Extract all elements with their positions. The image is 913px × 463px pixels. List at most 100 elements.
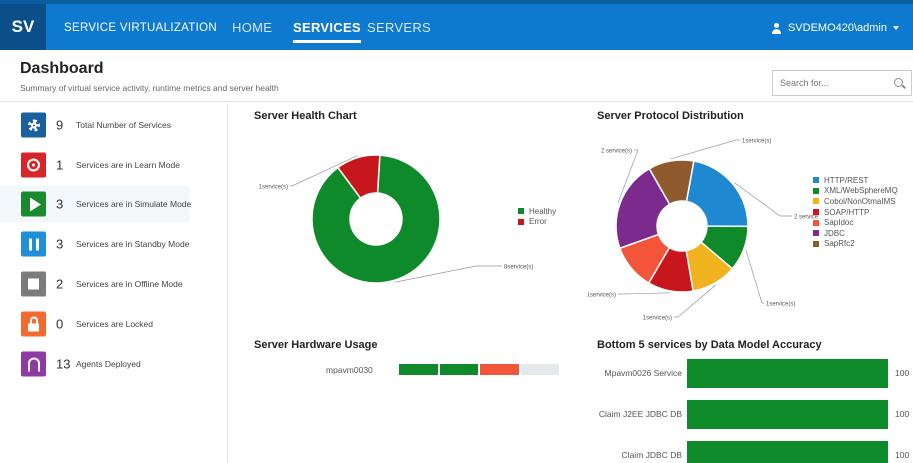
hardware-usage-segment[interactable] — [480, 364, 519, 375]
stat-value: 2 — [56, 276, 64, 292]
slice-label: 2 service(s) — [601, 149, 632, 155]
legend-item[interactable]: JDBC — [813, 228, 898, 239]
play-icon — [21, 191, 46, 217]
nav-services[interactable]: SERVICES — [293, 20, 361, 43]
legend-swatch — [813, 187, 819, 194]
stat-value: 0 — [56, 316, 64, 332]
stat-label: Services are in Standby Mode — [76, 239, 190, 249]
stat-value: 3 — [56, 236, 64, 252]
nav-home[interactable]: HOME — [232, 20, 272, 35]
search-icon[interactable] — [894, 78, 903, 87]
stat-simulate-mode[interactable]: 3 Services are in Simulate Mode — [0, 186, 192, 222]
legend-item[interactable]: HTTP/REST — [813, 175, 898, 186]
accuracy-value: 100 — [895, 450, 910, 460]
stat-label: Services are in Learn Mode — [76, 160, 180, 170]
hardware-usage-segment[interactable] — [399, 364, 438, 375]
legend-label: Error — [529, 217, 547, 227]
stat-value: 1 — [56, 157, 64, 173]
user-icon — [771, 22, 782, 34]
legend-swatch — [813, 240, 819, 247]
accuracy-label: Claim JDBC DB — [621, 450, 682, 460]
legend-swatch — [813, 177, 819, 184]
lock-icon — [21, 311, 46, 337]
user-menu[interactable]: SVDEMO420\admin — [771, 22, 899, 34]
page-header: Dashboard Summary of virtual service act… — [0, 50, 913, 102]
accuracy-bar[interactable] — [687, 441, 888, 463]
legend-label: SOAP/HTTP — [824, 207, 870, 217]
legend-swatch — [813, 230, 819, 237]
app-title[interactable]: SERVICE VIRTUALIZATION — [64, 22, 217, 34]
stat-label: Services are in Simulate Mode — [76, 199, 192, 209]
accuracy-bar[interactable] — [687, 400, 888, 429]
stat-label: Total Number of Services — [76, 120, 171, 130]
accuracy-value: 100 — [895, 409, 910, 419]
protocol-donut-chart: 2 service(s) 1service(s) 1service(s) 1servi… — [588, 139, 818, 322]
accuracy-label: Mpavm0026 Service — [604, 368, 682, 378]
user-name: SVDEMO420\admin — [787, 22, 887, 34]
top-navbar: SV SERVICE VIRTUALIZATION HOME SERVICES … — [0, 0, 913, 50]
legend-item[interactable]: Healthy — [518, 206, 556, 217]
accuracy-bar[interactable] — [687, 359, 888, 388]
stat-offline-mode[interactable]: 2 Services are in Offline Mode — [0, 266, 190, 302]
stat-total-services[interactable]: 9 Total Number of Services — [0, 107, 190, 143]
stat-learn-mode[interactable]: 1 Services are in Learn Mode — [0, 147, 190, 183]
legend-label: HTTP/REST — [824, 175, 869, 185]
app-logo[interactable]: SV — [0, 4, 46, 50]
stats-sidebar: 9 Total Number of Services 1 Services ar… — [0, 103, 228, 463]
legend-swatch — [813, 209, 819, 216]
search-box[interactable] — [772, 70, 912, 96]
health-donut-chart: 8service(s) 1service(s) — [259, 154, 533, 284]
caret-down-icon — [893, 26, 899, 30]
legend-swatch — [813, 219, 819, 226]
legend-label: JDBC — [824, 228, 845, 238]
legend-swatch — [813, 198, 819, 205]
health-chart-title: Server Health Chart — [254, 110, 357, 122]
stat-label: Services are Locked — [76, 319, 154, 329]
stat-value: 13 — [56, 356, 71, 372]
stat-locked[interactable]: 0 Services are Locked — [0, 306, 190, 342]
agent-icon — [21, 351, 46, 377]
slice-label: 1service(s) — [766, 302, 795, 308]
accuracy-chart-title: Bottom 5 services by Data Model Accuracy — [597, 339, 822, 351]
slice-label: 1service(s) — [742, 139, 771, 145]
stat-value: 3 — [56, 196, 64, 212]
stat-agents-deployed[interactable]: 13 Agents Deployed — [0, 346, 190, 382]
slice-label: 8service(s) — [504, 265, 533, 271]
hardware-usage-title: Server Hardware Usage — [254, 339, 378, 351]
accuracy-value: 100 — [895, 368, 910, 378]
legend-label: SapIdoc — [824, 218, 854, 228]
slice-label: 1service(s) — [259, 185, 288, 191]
legend-item[interactable]: SapIdoc — [813, 217, 898, 228]
page-title: Dashboard — [20, 60, 104, 77]
hardware-usage-segment[interactable] — [439, 364, 478, 375]
hardware-server-label: mpavm0030 — [326, 365, 373, 375]
nav-servers[interactable]: SERVERS — [367, 20, 431, 35]
pause-icon — [21, 231, 46, 257]
slice-label: 1service(s) — [643, 316, 672, 322]
page-subtitle: Summary of virtual service activity, run… — [20, 83, 279, 93]
stat-standby-mode[interactable]: 3 Services are in Standby Mode — [0, 226, 190, 262]
search-input[interactable] — [773, 71, 883, 95]
legend-label: Healthy — [529, 206, 557, 216]
legend-item[interactable]: Cobol/NonOtmaIMS — [813, 196, 898, 207]
legend-item[interactable]: SOAP/HTTP — [813, 207, 898, 218]
legend-swatch — [518, 218, 524, 225]
legend-item[interactable]: XML/WebSphereMQ — [813, 186, 898, 197]
record-icon — [21, 152, 46, 178]
leader-line — [618, 292, 670, 295]
legend-swatch — [518, 208, 524, 215]
legend-item[interactable]: SapRfc2 — [813, 239, 898, 250]
stat-label: Agents Deployed — [76, 359, 141, 369]
slice-http-rest[interactable] — [685, 160, 749, 228]
legend-label: Cobol/NonOtmaIMS — [824, 196, 896, 206]
protocol-chart-legend: HTTP/REST XML/WebSphereMQ Cobol/NonOtmaIMS… — [813, 175, 898, 249]
slice-label: 1service(s) — [588, 293, 616, 299]
leader-line — [745, 249, 764, 304]
gear-icon — [21, 112, 46, 138]
stat-value: 9 — [56, 117, 64, 133]
health-chart-legend: Healthy Error — [518, 206, 556, 227]
stat-label: Services are in Offline Mode — [76, 279, 183, 289]
stop-icon — [21, 271, 46, 297]
accuracy-label: Claim J2EE JDBC DB — [598, 409, 682, 419]
legend-item[interactable]: Error — [518, 217, 556, 228]
